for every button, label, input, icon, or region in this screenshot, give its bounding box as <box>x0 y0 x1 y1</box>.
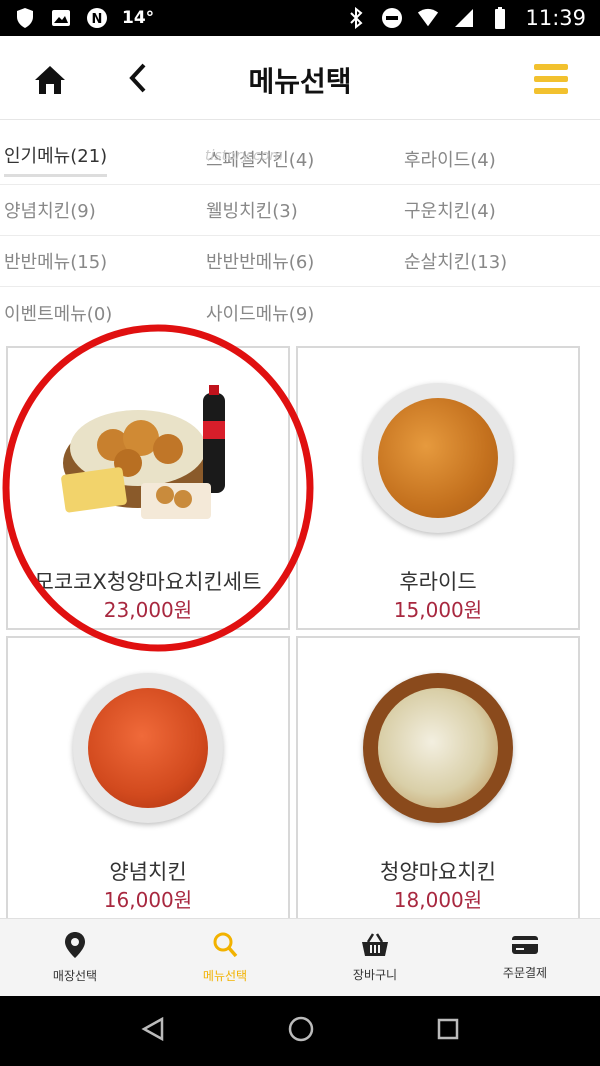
shield-icon <box>14 7 36 29</box>
product-price: 18,000원 <box>393 888 483 912</box>
basket-icon <box>362 933 388 956</box>
nav-label: 매장선택 <box>52 969 98 983</box>
nav-store-select[interactable]: 매장선택 <box>0 919 150 996</box>
notification-n-icon: N <box>86 7 108 29</box>
product-card[interactable]: 모코코X청양마요치킨세트 23,000원 <box>6 346 290 630</box>
category-side[interactable]: 사이드메뉴(9) <box>200 287 400 338</box>
image-icon <box>50 7 72 29</box>
product-card[interactable]: 후라이드 15,000원 <box>296 346 580 630</box>
triangle-back-icon <box>141 1016 164 1042</box>
category-event[interactable]: 이벤트메뉴(0) <box>0 287 200 338</box>
category-empty <box>400 287 600 338</box>
product-image <box>53 668 243 828</box>
category-half[interactable]: 반반메뉴(15) <box>0 236 200 286</box>
system-back-button[interactable] <box>140 1016 166 1046</box>
product-price: 23,000원 <box>103 598 193 622</box>
nav-label: 주문결제 <box>502 966 548 980</box>
svg-text:N: N <box>92 12 103 27</box>
temperature-text: 14° <box>122 8 155 28</box>
hamburger-menu-button[interactable] <box>532 60 570 98</box>
category-tabs: 인기메뉴(21) 스페셜치킨(4) 후라이드(4) 양념치킨(9) 웰빙치킨(3… <box>0 134 600 340</box>
menu-line <box>534 76 568 82</box>
app-header: 메뉴선택 <box>0 36 600 120</box>
watermark-text: tistory.com <box>205 148 284 164</box>
category-row: 인기메뉴(21) 스페셜치킨(4) 후라이드(4) <box>0 134 600 185</box>
nav-checkout[interactable]: 주문결제 <box>450 919 600 996</box>
category-fried[interactable]: 후라이드(4) <box>400 134 600 184</box>
system-home-button[interactable] <box>287 1015 315 1047</box>
product-card[interactable]: 양념치킨 16,000원 <box>6 636 290 926</box>
product-price: 15,000원 <box>393 598 483 622</box>
battery-icon <box>489 7 511 29</box>
category-boneless[interactable]: 순살치킨(13) <box>400 236 600 286</box>
circle-home-icon <box>288 1016 314 1042</box>
bottom-navigation: 매장선택 메뉴선택 장바구니 주문결제 <box>0 918 600 996</box>
product-price: 16,000원 <box>103 888 193 912</box>
wifi-icon <box>417 7 439 29</box>
nav-label: 메뉴선택 <box>202 969 248 983</box>
category-wellbeing[interactable]: 웰빙치킨(3) <box>200 185 400 235</box>
menu-line <box>534 64 568 70</box>
product-card[interactable]: 청양마요치킨 18,000원 <box>296 636 580 926</box>
category-roasted[interactable]: 구운치킨(4) <box>400 185 600 235</box>
product-name: 모코코X청양마요치킨세트 <box>34 570 262 594</box>
clock-text: 11:39 <box>525 6 586 30</box>
signal-icon <box>453 7 475 29</box>
status-bar: N 14° 11:39 <box>0 0 600 36</box>
credit-card-icon <box>512 936 538 954</box>
product-image <box>343 378 533 538</box>
bluetooth-icon <box>345 7 367 29</box>
category-seasoned[interactable]: 양념치킨(9) <box>0 185 200 235</box>
category-row: 반반메뉴(15) 반반반메뉴(6) 순살치킨(13) <box>0 236 600 287</box>
search-icon <box>213 932 238 958</box>
system-recents-button[interactable] <box>436 1017 460 1045</box>
category-half-half[interactable]: 반반반메뉴(6) <box>200 236 400 286</box>
nav-label: 장바구니 <box>352 968 398 982</box>
do-not-disturb-icon <box>381 7 403 29</box>
category-popular[interactable]: 인기메뉴(21) <box>0 134 200 184</box>
page-title: 메뉴선택 <box>248 65 352 98</box>
nav-cart[interactable]: 장바구니 <box>300 919 450 996</box>
product-name: 청양마요치킨 <box>380 860 496 884</box>
menu-line <box>534 88 568 94</box>
category-row: 이벤트메뉴(0) 사이드메뉴(9) <box>0 287 600 338</box>
product-image <box>343 668 533 828</box>
system-navigation-bar <box>0 996 600 1066</box>
product-image <box>53 378 243 538</box>
nav-menu-select[interactable]: 메뉴선택 <box>150 919 300 996</box>
product-name: 후라이드 <box>399 570 477 594</box>
location-pin-icon <box>65 932 85 958</box>
square-recents-icon <box>437 1018 458 1040</box>
category-row: 양념치킨(9) 웰빙치킨(3) 구운치킨(4) <box>0 185 600 236</box>
product-name: 양념치킨 <box>109 860 187 884</box>
